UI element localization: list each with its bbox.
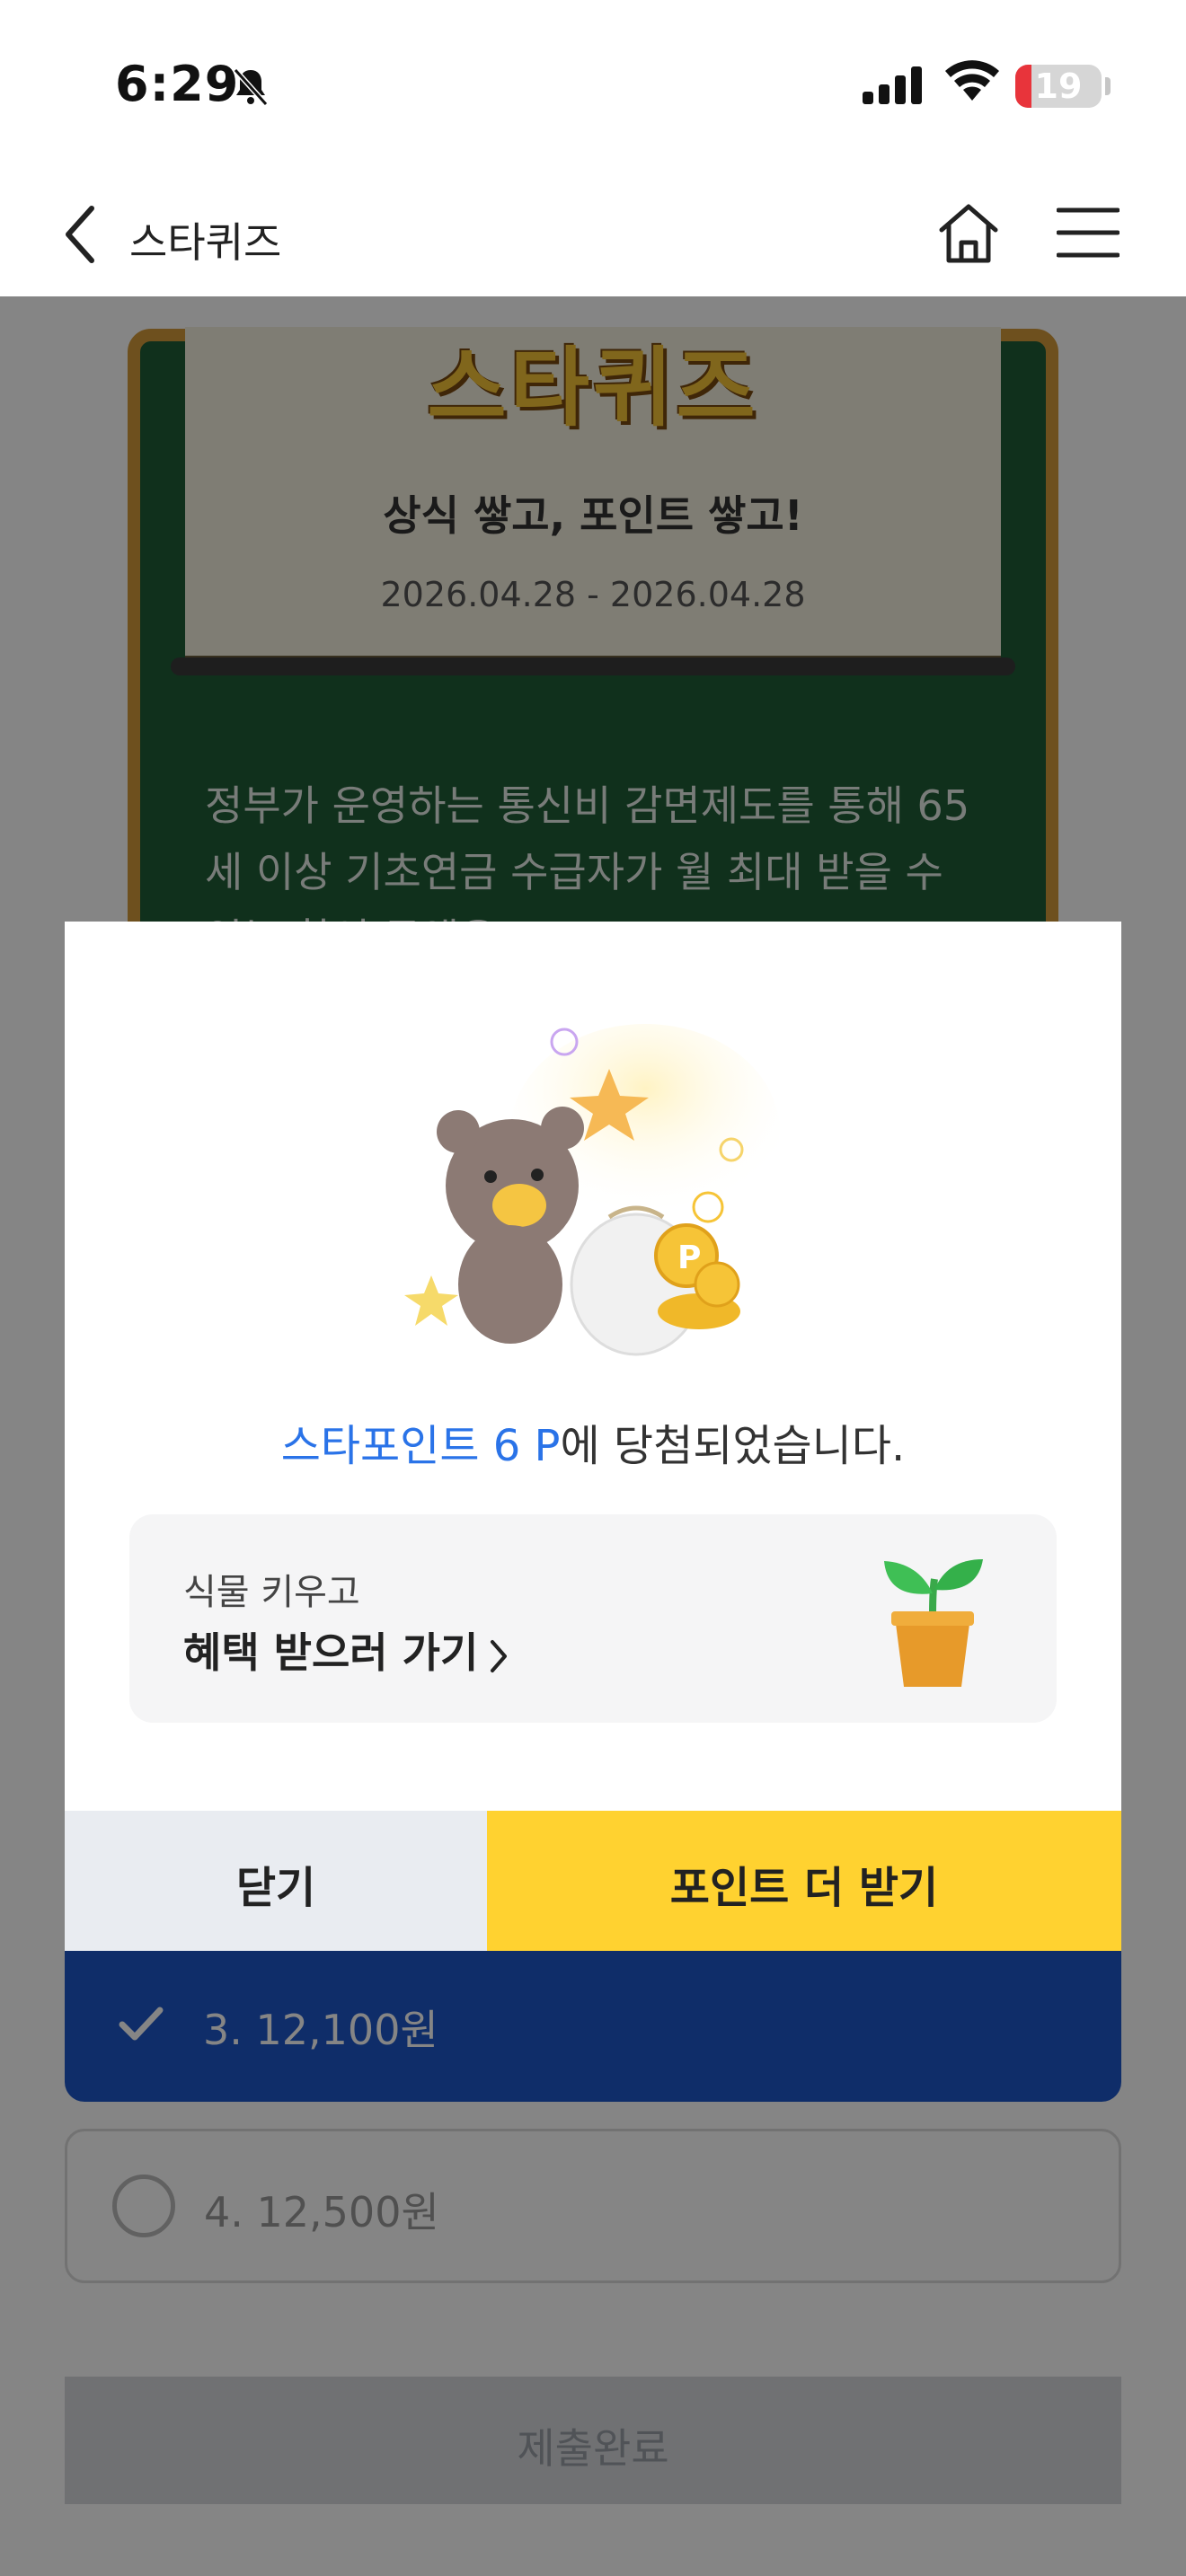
result-message: 스타포인트 6 P에 당첨되었습니다. (65, 1410, 1121, 1473)
benefit-link[interactable]: 혜택 받으러 가기 (183, 1620, 510, 1680)
benefit-link-label: 혜택 받으러 가기 (183, 1628, 479, 1677)
status-bar: 6:29 19 (0, 0, 1186, 171)
result-rest: 에 당첨되었습니다. (560, 1421, 906, 1471)
back-icon[interactable] (59, 203, 104, 266)
more-points-button-label: 포인트 더 받기 (669, 1863, 939, 1913)
nav-bar: 스타퀴즈 (0, 171, 1186, 296)
battery-percent: 19 (1034, 66, 1083, 106)
page-title: 스타퀴즈 (129, 218, 282, 267)
signal-icon (863, 66, 922, 104)
battery-icon: 19 (1015, 65, 1102, 108)
result-highlight: 스타포인트 6 P (280, 1421, 561, 1471)
more-points-button[interactable]: 포인트 더 받기 (487, 1811, 1121, 1951)
wifi-icon (945, 60, 999, 101)
close-button-label: 닫기 (235, 1863, 316, 1913)
bear-money-bag-illustration: P (404, 1024, 780, 1356)
bell-muted-icon (233, 67, 269, 107)
close-button[interactable]: 닫기 (65, 1811, 487, 1951)
benefit-card[interactable]: 식물 키우고 혜택 받으러 가기 (129, 1514, 1057, 1723)
home-icon[interactable] (934, 199, 1003, 268)
status-time: 6:29 (115, 56, 240, 112)
plant-icon (884, 1559, 983, 1687)
menu-icon[interactable] (1057, 205, 1120, 260)
benefit-subtitle: 식물 키우고 (183, 1572, 360, 1613)
svg-text:P: P (677, 1239, 701, 1276)
battery-cap (1105, 77, 1111, 95)
reward-modal: P 스타포인트 6 P에 당첨되었습니다. 식물 키우고 혜택 받으러 가기 닫… (65, 922, 1121, 1951)
chevron-right-icon (491, 1639, 508, 1672)
